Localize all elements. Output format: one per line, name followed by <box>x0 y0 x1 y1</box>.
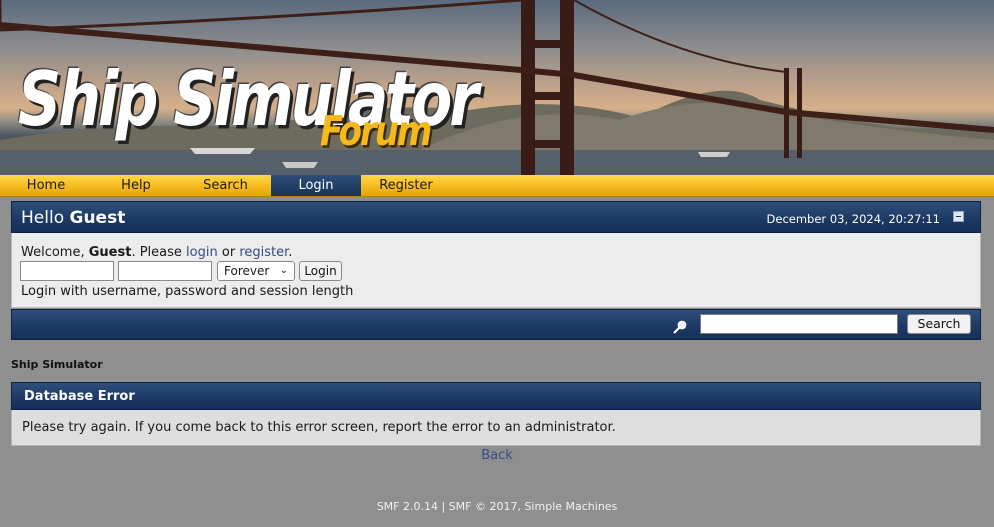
hello-prefix: Hello <box>21 208 65 228</box>
username-input[interactable] <box>20 261 114 281</box>
back-link-text[interactable]: Back <box>481 448 513 463</box>
hello-greeting: Hello Guest <box>21 208 125 228</box>
search-input[interactable] <box>700 314 898 334</box>
menu-item-search[interactable]: Search <box>180 175 271 196</box>
error-title: Database Error <box>11 382 981 410</box>
login-hint: Login with username, password and sessio… <box>21 284 354 299</box>
search-bar: Search <box>11 309 981 340</box>
search-button[interactable]: Search <box>907 314 971 334</box>
collapse-icon[interactable] <box>953 211 964 222</box>
login-link[interactable]: login <box>186 245 218 260</box>
main-menu: Home Help Search Login Register <box>0 175 994 197</box>
search-magnifier-icon <box>673 320 687 334</box>
register-link[interactable]: register <box>239 245 288 260</box>
welcome-prefix: Welcome, <box>21 245 85 260</box>
menu-item-login[interactable]: Login <box>271 175 361 196</box>
menu-item-home[interactable]: Home <box>0 175 92 196</box>
forum-banner: Ship Simulator Forum <box>0 0 994 175</box>
welcome-message: Welcome, Guest. Please login or register… <box>21 245 292 260</box>
login-panel: Welcome, Guest. Please login or register… <box>11 233 981 308</box>
welcome-name: Guest <box>88 245 132 260</box>
logo-subtitle: Forum <box>320 108 432 156</box>
session-length-select[interactable]: Forever ⌄ <box>217 261 295 281</box>
chevron-down-icon: ⌄ <box>279 265 288 276</box>
welcome-end: . <box>288 245 293 260</box>
user-section-header: Hello Guest December 03, 2024, 20:27:11 <box>11 201 981 233</box>
breadcrumb[interactable]: Ship Simulator <box>11 358 103 371</box>
login-button[interactable]: Login <box>299 261 342 281</box>
welcome-mid: . Please <box>131 245 182 260</box>
hello-username: Guest <box>69 208 126 228</box>
menu-item-help[interactable]: Help <box>92 175 180 196</box>
footer-copyright: SMF 2.0.14 | SMF © 2017, Simple Machines <box>376 500 618 513</box>
back-link: Back <box>0 448 994 463</box>
password-input[interactable] <box>118 261 212 281</box>
error-message: Please try again. If you come back to th… <box>11 410 981 446</box>
session-length-value: Forever <box>224 264 270 278</box>
menu-item-register[interactable]: Register <box>361 175 451 196</box>
current-date: December 03, 2024, 20:27:11 <box>766 212 940 226</box>
welcome-or: or <box>221 245 236 260</box>
